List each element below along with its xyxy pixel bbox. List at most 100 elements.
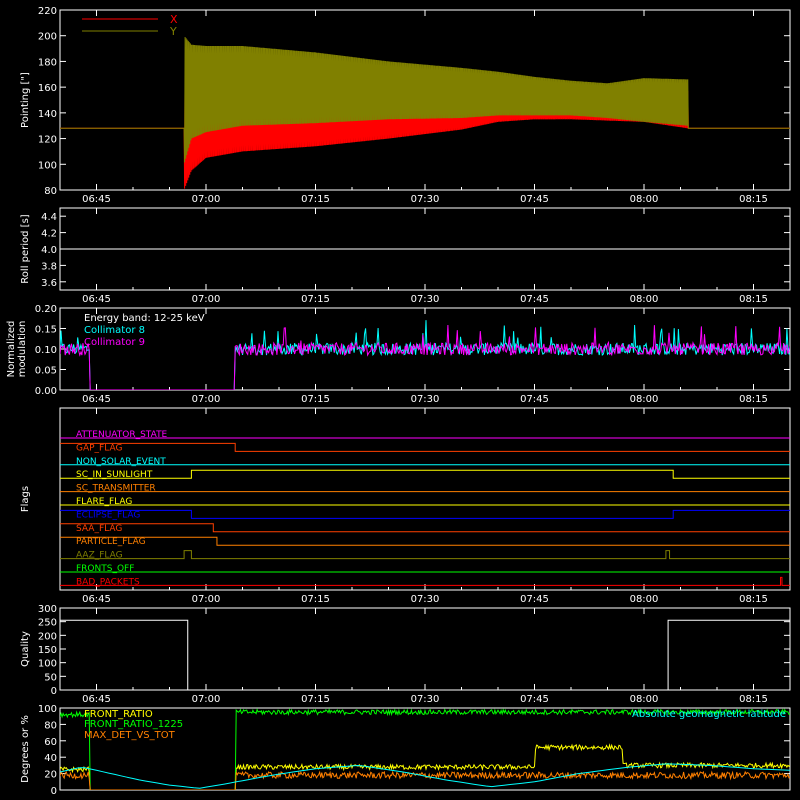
x-tick-label: 08:15: [739, 294, 768, 305]
x-tick-label: 07:45: [520, 294, 549, 305]
y-tick-label: 40: [44, 753, 57, 764]
y-tick-label: 3.6: [41, 278, 57, 289]
panel-5: 020406080100Degrees or %FRONT_RATIOFRONT…: [20, 704, 791, 797]
panel-data: [60, 437, 790, 586]
x-tick-label: 07:15: [301, 294, 330, 305]
series-FRONT_RATIO: [60, 743, 790, 790]
flag-label-FRONTS_OFF: FRONTS_OFF: [76, 564, 134, 574]
x-tick-label: 07:30: [411, 194, 440, 205]
panel-data: [60, 619, 790, 690]
y-tick-label: 160: [38, 83, 57, 94]
y-tick-label: 180: [38, 57, 57, 68]
y-tick-label: 80: [44, 720, 57, 731]
x-tick-label: 07:00: [192, 694, 221, 705]
x-tick-label: 06:45: [82, 294, 111, 305]
y-axis-label: Flags: [20, 486, 31, 512]
energy-band-annotation: Energy band: 12-25 keV: [84, 313, 205, 324]
y-tick-label: 200: [38, 631, 57, 642]
y-axis-label: modulation: [17, 321, 28, 378]
y-tick-label: 300: [38, 604, 57, 615]
x-tick-label: 06:45: [82, 694, 111, 705]
quality-line: [60, 619, 790, 690]
flag-line-GAP_FLAG: [60, 442, 790, 452]
flag-line-SAA_FLAG: [60, 523, 790, 533]
x-tick-label: 07:00: [192, 294, 221, 305]
x-tick-label: 07:15: [301, 694, 330, 705]
y-tick-label: 0: [51, 686, 57, 697]
y-tick-label: 3.8: [41, 261, 57, 272]
flag-label-PARTICLE_FLAG: PARTICLE_FLAG: [76, 537, 146, 547]
y-tick-label: 60: [44, 737, 57, 748]
panel-data: [60, 36, 790, 189]
flag-label-NON_SOLAR_EVENT: NON_SOLAR_EVENT: [76, 457, 166, 467]
panel-2: 06:45 07:00 07:15 07:30 07:45 08:00 08:15 0.00 0…: [6, 304, 791, 405]
chart-svg: 06:45 07:00 07:15 07:30 07:45 08:00 08:15 80 100…: [6, 6, 791, 797]
legend-label-geomagnetic-latitude: Absolute geomagnetic latitude: [632, 709, 786, 720]
flag-label-SC_IN_SUNLIGHT: SC_IN_SUNLIGHT: [76, 470, 153, 480]
y-tick-label: 0.15: [35, 325, 57, 336]
flag-line-PARTICLE_FLAG: [60, 536, 790, 546]
panel-frame: [59, 407, 791, 591]
y-tick-label: 250: [38, 618, 57, 629]
legend-label-Y: Y: [169, 25, 177, 38]
flag-label-SAA_FLAG: SAA_FLAG: [76, 524, 122, 534]
x-tick-label: 07:45: [520, 594, 549, 605]
x-tick-label: 07:00: [192, 394, 221, 405]
flag-label-ECLIPSE_FLAG: ECLIPSE_FLAG: [76, 510, 140, 520]
y-tick-label: 0.10: [35, 345, 57, 356]
series-Y: [60, 36, 790, 163]
chart-stage: 06:45 07:00 07:15 07:30 07:45 08:00 08:15 80 100…: [0, 0, 800, 800]
x-tick-label: 08:15: [739, 394, 768, 405]
x-tick-label: 08:15: [739, 694, 768, 705]
x-tick-label: 07:00: [192, 194, 221, 205]
x-tick-label: 08:00: [630, 694, 659, 705]
flag-label-SC_TRANSMITTER: SC_TRANSMITTER: [76, 484, 156, 494]
x-tick-label: 06:45: [82, 394, 111, 405]
panel-4: 06:45 07:00 07:15 07:30 07:45 08:00 08:15 0 50 10…: [20, 604, 791, 705]
flag-label-ATTENUATOR_STATE: ATTENUATOR_STATE: [76, 430, 168, 440]
flag-label-GAP_FLAG: GAP_FLAG: [76, 443, 122, 453]
y-tick-label: 200: [38, 32, 57, 43]
x-tick-label: 08:00: [630, 294, 659, 305]
y-tick-label: 20: [44, 770, 57, 781]
y-tick-label: 4.2: [41, 229, 57, 240]
y-axis-label: Quality: [20, 631, 31, 667]
y-tick-label: 0: [51, 786, 57, 797]
x-tick-label: 07:30: [411, 294, 440, 305]
flag-label-AAZ_FLAG: AAZ_FLAG: [76, 551, 123, 561]
x-tick-label: 07:15: [301, 594, 330, 605]
x-tick-label: 07:30: [411, 694, 440, 705]
x-tick-label: 07:15: [301, 394, 330, 405]
flag-line-SC_IN_SUNLIGHT: [60, 469, 790, 479]
y-tick-label: 220: [38, 6, 57, 17]
flag-line-AAZ_FLAG: [60, 550, 790, 560]
x-tick-label: 07:45: [520, 394, 549, 405]
panel-data: [60, 320, 790, 390]
y-tick-label: 4.4: [41, 212, 57, 223]
legend-label-Collimator-9: Collimator 9: [84, 337, 145, 348]
x-tick-label: 08:00: [630, 594, 659, 605]
x-tick-label: 08:15: [739, 594, 768, 605]
x-tick-label: 06:45: [82, 194, 111, 205]
x-tick-label: 07:15: [301, 194, 330, 205]
y-tick-label: 150: [38, 645, 57, 656]
y-tick-label: 100: [38, 704, 57, 715]
x-tick-label: 08:00: [630, 394, 659, 405]
x-tick-label: 08:15: [739, 194, 768, 205]
x-tick-label: 07:00: [192, 594, 221, 605]
flag-line-ECLIPSE_FLAG: [60, 509, 790, 519]
y-axis-label: Roll period [s]: [20, 214, 31, 283]
x-tick-label: 07:30: [411, 594, 440, 605]
x-tick-label: 07:30: [411, 394, 440, 405]
y-tick-label: 4.0: [41, 245, 57, 256]
x-tick-label: 08:00: [630, 194, 659, 205]
flag-label-FLARE_FLAG: FLARE_FLAG: [76, 497, 132, 507]
legend-label-Collimator-8: Collimator 8: [84, 325, 145, 336]
legend-label-FRONT_RATIO_1225: FRONT_RATIO_1225: [84, 719, 183, 730]
y-tick-label: 0.20: [35, 304, 57, 315]
panel-0: 06:45 07:00 07:15 07:30 07:45 08:00 08:15 80 100…: [20, 6, 791, 205]
legend-label-MAX_DET_VS_TOT: MAX_DET_VS_TOT: [84, 730, 176, 741]
y-tick-label: 100: [38, 659, 57, 670]
x-tick-label: 07:45: [520, 194, 549, 205]
series-Collimator-8: [60, 320, 790, 390]
